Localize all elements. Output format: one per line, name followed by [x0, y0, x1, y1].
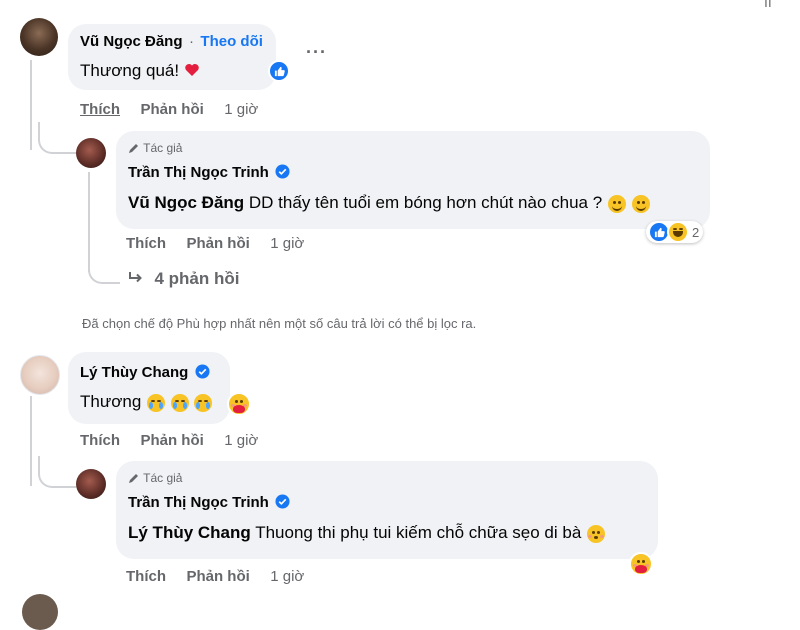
thread-line: [30, 60, 32, 150]
crying-emoji-icon: [170, 393, 189, 412]
crying-emoji-icon: [147, 393, 166, 412]
avatar[interactable]: [20, 18, 58, 56]
care-reaction-icon[interactable]: [226, 392, 251, 416]
view-more-replies[interactable]: 4 phản hồi: [128, 269, 239, 290]
pencil-icon: [128, 472, 140, 487]
grinning-emoji-icon: [607, 194, 626, 213]
more-options-icon[interactable]: ···: [306, 42, 327, 63]
reply-text: DD thấy tên tuổi em bóng hơn chút nào ch…: [248, 193, 603, 212]
comment-time[interactable]: 1 giờ: [224, 101, 258, 118]
thread-connector: [38, 122, 76, 154]
reaction-summary[interactable]: [268, 60, 290, 82]
verified-icon: [195, 364, 210, 384]
reply-text: Thuong thi phụ tui kiếm chỗ chữa sẹo di …: [255, 523, 582, 542]
reply-button[interactable]: Phản hồi: [140, 101, 203, 118]
blushing-emoji-icon: [587, 524, 606, 543]
comment-author[interactable]: Lý Thùy Chang: [80, 364, 188, 381]
crying-emoji-icon: [194, 393, 213, 412]
thread-line: [30, 396, 32, 486]
reply-arrow-icon: [128, 271, 144, 290]
author-tag: Tác giả: [143, 141, 183, 155]
reply-bubble: Tác giả Trần Thị Ngọc Trinh Lý Thùy Chan…: [116, 461, 658, 559]
comment-author[interactable]: Vũ Ngọc Đăng: [80, 33, 183, 50]
comment-text: Thương: [80, 392, 142, 411]
reaction-count: 2: [692, 224, 700, 240]
grinning-emoji-icon: [631, 194, 650, 213]
filter-notice: Đã chọn chế độ Phù hợp nhất nên một số c…: [82, 316, 477, 331]
mention-link[interactable]: Vũ Ngọc Đăng: [128, 193, 244, 212]
avatar[interactable]: [20, 355, 60, 395]
reply-author[interactable]: Trần Thị Ngọc Trinh: [128, 164, 269, 181]
comment-bubble: Lý Thùy Chang Thương: [68, 352, 230, 424]
avatar[interactable]: [76, 469, 106, 499]
reply-bubble: Tác giả Trần Thị Ngọc Trinh Vũ Ngọc Đăng…: [116, 131, 710, 229]
like-button[interactable]: Thích: [80, 101, 120, 118]
comment-bubble: Vũ Ngọc Đăng · Theo dõi Thương quá!: [68, 24, 290, 90]
care-reaction-icon[interactable]: [628, 552, 653, 576]
verified-icon: [275, 494, 290, 514]
mention-link[interactable]: Lý Thùy Chang: [128, 523, 251, 542]
comment-time[interactable]: 1 giờ: [224, 432, 258, 449]
separator-dot: ·: [188, 33, 194, 50]
corner-glyph: ıı: [764, 0, 772, 10]
reply-button[interactable]: Phản hồi: [140, 432, 203, 449]
haha-reaction-icon: [667, 221, 689, 243]
author-tag: Tác giả: [143, 471, 183, 485]
reply-time[interactable]: 1 giờ: [270, 235, 304, 252]
like-reaction-icon: [268, 60, 290, 82]
reply-author[interactable]: Trần Thị Ngọc Trinh: [128, 494, 269, 511]
like-button[interactable]: Thích: [80, 432, 120, 449]
more-replies-label[interactable]: 4 phản hồi: [154, 269, 239, 288]
thread-connector: [88, 256, 120, 284]
like-button[interactable]: Thích: [126, 568, 166, 585]
reaction-summary[interactable]: 2: [646, 221, 704, 243]
thread-connector: [38, 456, 76, 488]
reply-button[interactable]: Phản hồi: [186, 568, 249, 585]
pencil-icon: [128, 142, 140, 157]
heart-icon: [184, 62, 200, 78]
avatar[interactable]: [76, 138, 106, 168]
avatar[interactable]: [22, 594, 58, 630]
verified-icon: [275, 164, 290, 184]
reply-time[interactable]: 1 giờ: [270, 568, 304, 585]
reply-button[interactable]: Phản hồi: [186, 235, 249, 252]
like-button[interactable]: Thích: [126, 235, 166, 252]
follow-button[interactable]: Theo dõi: [200, 33, 263, 50]
comment-text: Thương quá!: [80, 61, 180, 80]
